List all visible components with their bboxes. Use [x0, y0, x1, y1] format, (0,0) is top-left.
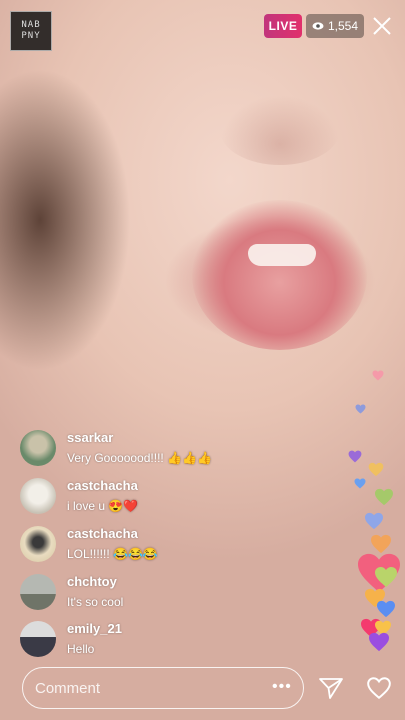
logo-line-2: PNY	[21, 31, 41, 41]
avatar[interactable]	[20, 430, 56, 466]
comment-text: Hello	[67, 642, 95, 656]
heart-icon	[354, 478, 366, 489]
video-detail-mouth	[192, 200, 367, 350]
heart-icon	[371, 534, 391, 554]
heart-icon[interactable]	[366, 676, 392, 700]
video-detail-teeth	[248, 244, 316, 266]
comment-text: It's so cool	[67, 595, 124, 609]
heart-icon	[355, 404, 366, 414]
comment-item: ssarkar Very Gooooood!!!! 👍👍👍	[20, 430, 320, 470]
more-options-button[interactable]: •••	[272, 679, 292, 695]
heart-icon	[368, 462, 384, 477]
video-detail-nose	[220, 95, 340, 165]
live-badge: LIVE	[264, 14, 302, 38]
channel-logo: NAB PNY	[10, 11, 52, 51]
heart-icon	[348, 450, 362, 463]
comment-username[interactable]: castchacha	[67, 526, 138, 541]
top-bar: NAB PNY LIVE 1,554	[0, 0, 405, 56]
heart-icon	[375, 567, 397, 587]
viewer-count[interactable]: 1,554	[306, 14, 364, 38]
comment-username[interactable]: ssarkar	[67, 430, 113, 445]
avatar[interactable]	[20, 574, 56, 610]
comment-item: emily_21 Hello	[20, 621, 320, 661]
logo-line-1: NAB	[21, 20, 41, 30]
avatar[interactable]	[20, 526, 56, 562]
heart-icon	[372, 370, 384, 381]
heart-icon	[375, 488, 393, 506]
send-icon[interactable]	[318, 676, 344, 700]
comment-username[interactable]: chchtoy	[67, 574, 117, 589]
comment-username[interactable]: castchacha	[67, 478, 138, 493]
comment-input[interactable]	[22, 667, 304, 709]
viewer-count-value: 1,554	[327, 19, 359, 33]
close-icon[interactable]	[370, 14, 394, 38]
comment-item: castchacha i love u 😍❤️	[20, 478, 320, 518]
comment-item: castchacha LOL!!!!!! 😂😂😂	[20, 526, 320, 566]
comment-item: chchtoy It's so cool	[20, 574, 320, 614]
floating-hearts	[340, 360, 405, 660]
comment-text: LOL!!!!!! 😂😂😂	[67, 547, 158, 561]
comment-text: Very Gooooood!!!! 👍👍👍	[67, 451, 212, 465]
heart-icon	[377, 600, 395, 618]
heart-icon	[365, 512, 383, 530]
avatar[interactable]	[20, 621, 56, 657]
comment-username[interactable]: emily_21	[67, 621, 122, 636]
avatar[interactable]	[20, 478, 56, 514]
comment-text: i love u 😍❤️	[67, 499, 139, 513]
bottom-bar: •••	[0, 664, 405, 714]
eye-icon	[312, 22, 324, 30]
heart-icon	[369, 632, 389, 652]
